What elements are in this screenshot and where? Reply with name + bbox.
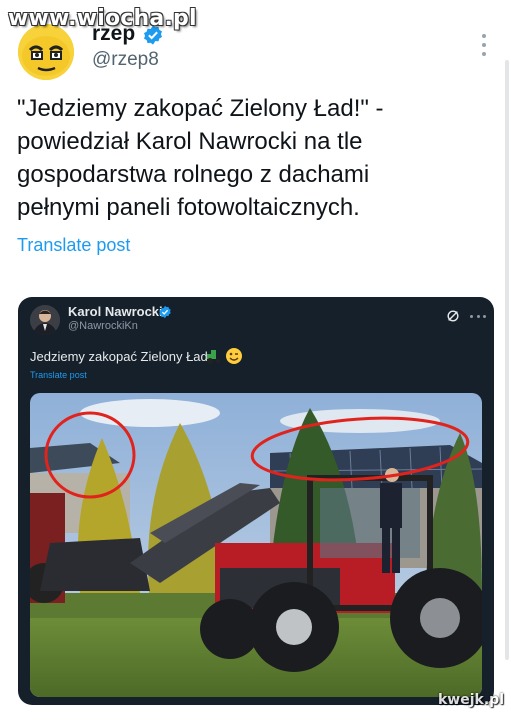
tractor-and-wink-emoji-icon [207,348,242,364]
grok-icon[interactable] [446,309,460,323]
quoted-author-handle[interactable]: @NawrockiKn [68,320,138,332]
quoted-translate-post-link[interactable]: Translate post [30,370,87,380]
site-watermark: www.wiocha.pl [8,6,197,31]
quoted-author-name[interactable]: Karol Nawrocki [68,304,163,319]
cartoon-face-avatar-icon [18,24,74,80]
post-text: "Jedziemy zakopać Zielony Ład!" - powied… [17,95,384,221]
quoted-post-card[interactable]: Karol Nawrocki @NawrockiKn Jedziemy zako… [18,297,494,705]
kwejk-watermark: kwejk.pl [438,692,504,708]
scrollbar[interactable] [505,60,509,660]
verified-badge-icon [159,305,171,319]
tractor-photo-image [30,393,482,697]
quoted-post-text: Jedziemy zakopać Zielony Ład [30,349,208,364]
quoted-author-avatar[interactable] [30,305,60,335]
author-handle[interactable]: @rzep8 [92,49,159,71]
quoted-more-options-icon[interactable] [470,315,486,319]
more-options-icon[interactable] [474,34,494,56]
author-avatar[interactable] [18,24,74,80]
translate-post-link[interactable]: Translate post [17,235,130,256]
tractor-photo[interactable] [30,393,482,697]
person-avatar-icon [30,305,60,335]
